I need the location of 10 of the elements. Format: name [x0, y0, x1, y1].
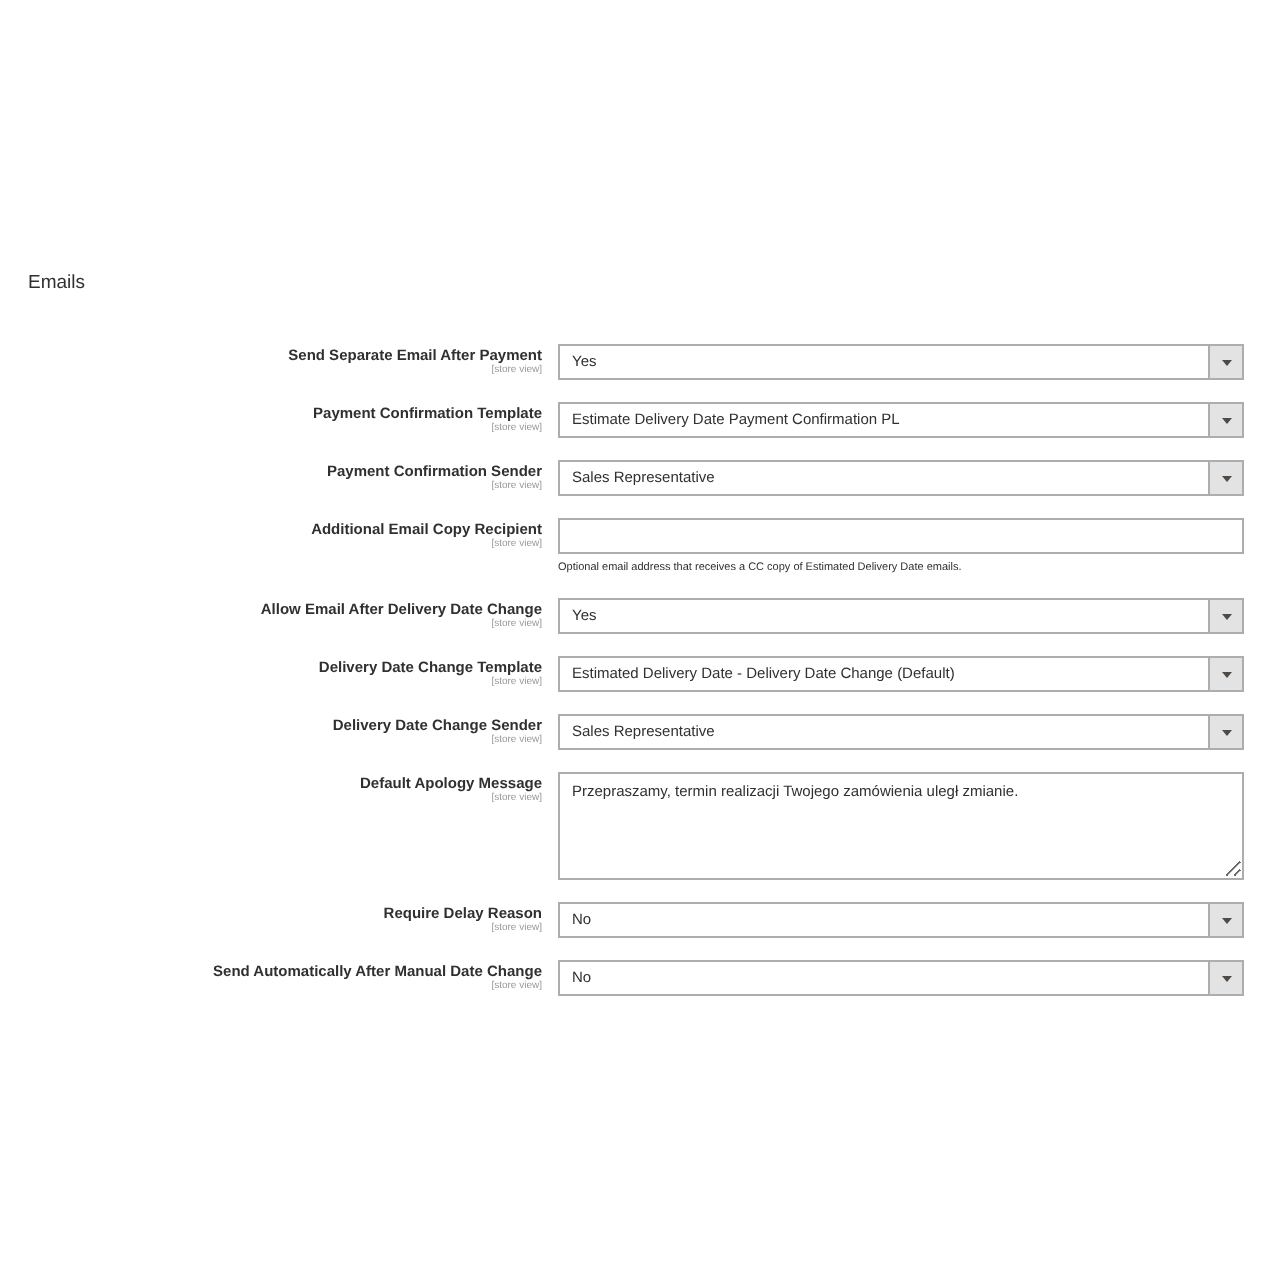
caret-icon: [1221, 613, 1231, 620]
section-title: Emails: [28, 270, 86, 298]
input-field[interactable]: [558, 518, 1244, 554]
caret-icon: [1221, 359, 1231, 365]
caret-icon: [1221, 671, 1231, 678]
caret-icon: [1221, 475, 1231, 481]
caret-icon: [1221, 917, 1231, 924]
caret-icon: [1221, 729, 1231, 736]
caret-icon: [1221, 975, 1231, 982]
caret-icon: [1221, 417, 1231, 423]
